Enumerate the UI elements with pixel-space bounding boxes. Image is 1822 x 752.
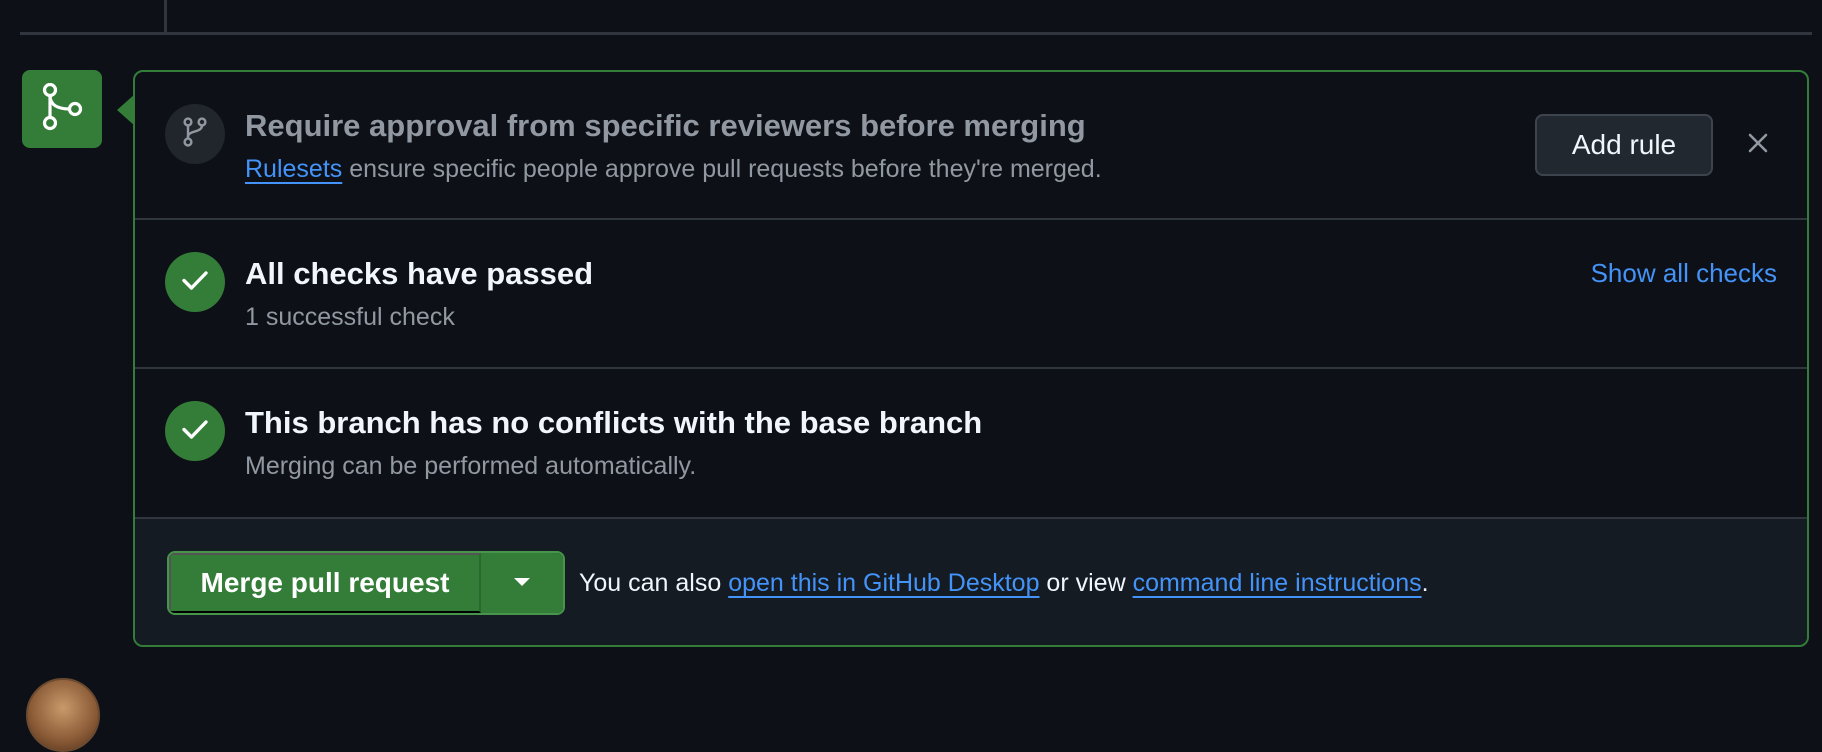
git-branch-icon bbox=[181, 116, 209, 153]
add-rule-button[interactable]: Add rule bbox=[1535, 114, 1713, 176]
merge-alternatives-note: You can also open this in GitHub Desktop… bbox=[579, 569, 1429, 598]
timeline-connector bbox=[164, 0, 167, 32]
merge-action-section: Merge pull request You can also open thi… bbox=[135, 519, 1807, 645]
ruleset-title: Require approval from specific reviewers… bbox=[245, 108, 1086, 143]
checks-status-circle bbox=[165, 252, 225, 312]
rulesets-link[interactable]: Rulesets bbox=[245, 155, 342, 183]
merge-box: Require approval from specific reviewers… bbox=[133, 70, 1809, 647]
checks-section: All checks have passed 1 successful chec… bbox=[135, 220, 1807, 369]
merge-method-dropdown[interactable] bbox=[481, 553, 563, 613]
timeline-divider bbox=[20, 32, 1812, 35]
merge-note-prefix: You can also bbox=[579, 569, 729, 597]
ruleset-description: Rulesets ensure specific people approve … bbox=[245, 155, 1102, 184]
git-merge-icon bbox=[40, 82, 84, 136]
show-all-checks-link[interactable]: Show all checks bbox=[1591, 258, 1777, 289]
merge-status-badge bbox=[22, 70, 102, 148]
check-icon bbox=[181, 418, 209, 445]
avatar[interactable] bbox=[26, 678, 100, 752]
caret-down-icon bbox=[513, 574, 531, 592]
merge-note-middle: or view bbox=[1039, 569, 1133, 597]
ruleset-icon-circle bbox=[165, 104, 225, 164]
checks-subtitle: 1 successful check bbox=[245, 303, 455, 331]
ruleset-prompt-section: Require approval from specific reviewers… bbox=[135, 72, 1807, 220]
command-line-instructions-link[interactable]: command line instructions bbox=[1133, 569, 1422, 597]
checks-title: All checks have passed bbox=[245, 256, 594, 291]
conflicts-section: This branch has no conflicts with the ba… bbox=[135, 369, 1807, 519]
merge-button-group: Merge pull request bbox=[167, 551, 565, 615]
merge-box-pointer bbox=[117, 95, 134, 125]
conflicts-title: This branch has no conflicts with the ba… bbox=[245, 405, 983, 440]
merge-note-suffix: . bbox=[1421, 569, 1429, 597]
conflicts-subtitle: Merging can be performed automatically. bbox=[245, 452, 697, 480]
check-icon bbox=[181, 269, 209, 296]
github-desktop-link[interactable]: open this in GitHub Desktop bbox=[728, 569, 1039, 597]
merge-pull-request-button[interactable]: Merge pull request bbox=[169, 553, 481, 613]
close-icon bbox=[1747, 132, 1769, 159]
conflicts-status-circle bbox=[165, 401, 225, 461]
ruleset-description-text: ensure specific people approve pull requ… bbox=[342, 155, 1102, 183]
dismiss-button[interactable] bbox=[1741, 128, 1775, 162]
